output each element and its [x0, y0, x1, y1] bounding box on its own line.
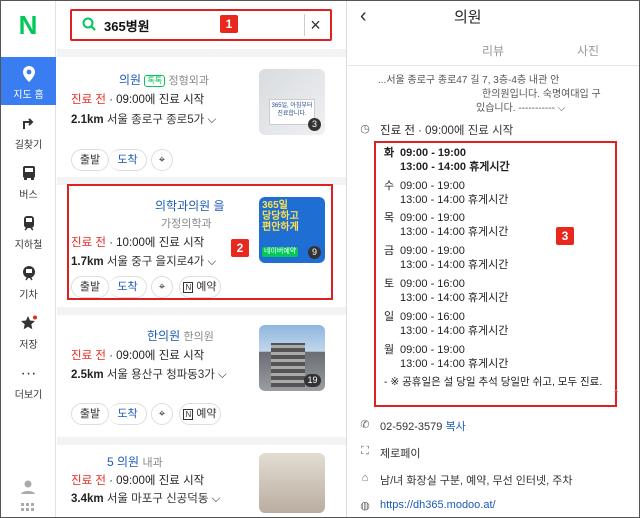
result-status: 진료 전 · 09:00에 진료 시작	[71, 350, 205, 362]
user-icon[interactable]	[19, 479, 37, 497]
result-name[interactable]: 5 의원 내과	[107, 453, 163, 470]
chevron-down-icon: ⌵	[211, 493, 221, 505]
amenities-icon: ⌂	[361, 472, 369, 484]
arrive-button[interactable]: 도착	[109, 149, 147, 171]
hours-break: 13:00 - 14:00 휴게시간	[400, 161, 510, 173]
phone-number: 02-592-3579 복사	[380, 421, 466, 433]
business-hours-box: 화 09:00 - 19:00 13:00 - 14:00 휴게시간 수 09:00…	[374, 141, 617, 407]
rail-item-map-home[interactable]: 지도 홈	[1, 57, 56, 105]
divider	[57, 307, 346, 315]
result-card[interactable]: 의원 톡톡 정형외과 진료 전 · 09:00에 진료 시작 2.1km 서울 …	[57, 57, 346, 177]
naver-logo[interactable]: N	[15, 11, 41, 39]
result-address: 2.5km 서울 용산구 청파동3가 ⌵	[71, 369, 227, 381]
result-card[interactable]: 한의원 한의원 진료 전 · 09:00에 진료 시작 2.5km 서울 용산구…	[57, 315, 346, 437]
divider	[57, 49, 346, 57]
rail-item-more[interactable]: ··· 더보기	[1, 357, 56, 405]
result-address: 3.4km 서울 마포구 신공덕동 ⌵	[71, 493, 221, 505]
marker-3: 3	[556, 227, 574, 245]
rail-item-subway[interactable]: 지하철	[1, 207, 56, 255]
rail-label: 더보기	[14, 390, 43, 401]
copy-link[interactable]: 복사	[445, 421, 465, 433]
star-icon	[19, 315, 39, 333]
rail-item-saved[interactable]: 저장	[1, 307, 56, 355]
detail-status: 진료 전 · 09:00에 진료 시작	[380, 125, 514, 137]
marker-1: 1	[220, 15, 238, 33]
result-name[interactable]: 의원 톡톡 정형외과	[119, 71, 209, 88]
rail-label: 저장	[19, 340, 38, 351]
directions-icon	[19, 115, 39, 133]
chevron-down-icon: ⌵	[218, 369, 227, 381]
website-link[interactable]: https://dh365.modoo.at/	[380, 499, 496, 511]
left-rail: N 지도 홈 길찾기 버스 지하철 기차 저장 ··· 더보기	[1, 1, 56, 517]
rail-label: 길찾기	[14, 140, 43, 151]
holiday-note: - ※ 공휴일은 설 당일 추석 당일만 쉬고, 모두 진료.	[384, 376, 603, 388]
tab-photos[interactable]: 사진	[577, 42, 599, 59]
depart-button[interactable]: 출발	[71, 149, 109, 171]
divider	[57, 437, 346, 445]
map-pin-icon	[19, 65, 39, 83]
arrive-button[interactable]: 도착	[109, 403, 147, 425]
result-thumbnail[interactable]: 19	[259, 325, 325, 391]
result-thumbnail[interactable]: 365일, 아침부터 진료합니다. 3	[259, 69, 325, 135]
rail-label: 기차	[19, 290, 38, 301]
naver-n-icon: N	[183, 409, 194, 420]
payment-methods: 제로페이	[380, 448, 421, 460]
tab-divider	[348, 65, 639, 66]
chevron-down-icon: ⌵	[207, 114, 217, 126]
search-results-panel: × 1 의원 톡톡 정형외과 진료 전 · 09:00에 진료 시작 2.1km…	[57, 1, 347, 517]
rail-label: 지하철	[14, 240, 43, 251]
highlight-box-2	[67, 184, 333, 300]
back-arrow-icon[interactable]: ‹	[360, 5, 367, 28]
subway-icon	[19, 215, 39, 233]
reserve-button[interactable]: N 예약	[179, 403, 221, 425]
result-address: 2.1km 서울 종로구 종로5가 ⌵	[71, 114, 217, 126]
train-icon	[19, 265, 39, 283]
hours-break: 13:00 - 14:00 휴게시간	[400, 358, 509, 370]
result-status: 진료 전 · 09:00에 진료 시작	[71, 475, 205, 487]
chevron-down-icon: ⌵	[557, 103, 566, 114]
hours-break: 13:00 - 14:00 휴게시간	[400, 292, 509, 304]
marker-2: 2	[231, 239, 249, 257]
result-status: 진료 전 · 09:00에 진료 시작	[71, 94, 205, 106]
place-description-line: 한의원입니다. 숙명여대입 구	[482, 89, 601, 100]
hours-break: 13:00 - 14:00 휴게시간	[400, 194, 509, 206]
bus-icon	[19, 165, 39, 183]
result-card[interactable]: 5 의원 내과 진료 전 · 09:00에 진료 시작 3.4km 서울 마포구…	[57, 445, 346, 517]
location-pin-icon[interactable]: ⌖	[151, 403, 173, 425]
chevron-up-icon[interactable]: ⌃	[612, 389, 620, 400]
rail-item-train[interactable]: 기차	[1, 257, 56, 305]
result-name[interactable]: 한의원 한의원	[147, 327, 214, 344]
more-icon: ···	[20, 365, 37, 382]
rail-label: 지도 홈	[13, 90, 44, 101]
search-icon	[82, 17, 96, 35]
location-pin-icon[interactable]: ⌖	[151, 149, 173, 171]
place-description-line: 있습니다. ----------- ⌵	[476, 103, 566, 114]
clock-icon: ◷	[360, 123, 370, 135]
hours-break: 13:00 - 14:00 휴게시간	[400, 325, 509, 337]
place-detail-panel: ‹ 의원 리뷰 사진 ...서울 종로구 종로47 길 7, 3층-4층 내관 …	[348, 1, 639, 517]
place-title: 의원	[454, 9, 482, 26]
payment-icon: ⛶	[361, 445, 369, 457]
close-icon[interactable]: ×	[304, 14, 326, 36]
rail-item-bus[interactable]: 버스	[1, 157, 56, 205]
app-window: N 지도 홈 길찾기 버스 지하철 기차 저장 ··· 더보기 365병원 × …	[0, 0, 640, 518]
place-description-line: ...서울 종로구 종로47 길 7, 3층-4층 내관 안	[378, 75, 560, 86]
search-input[interactable]	[104, 15, 294, 35]
depart-button[interactable]: 출발	[71, 403, 109, 425]
phone-icon: ✆	[360, 419, 370, 431]
hours-break: 13:00 - 14:00 휴게시간	[400, 259, 509, 271]
rail-item-directions[interactable]: 길찾기	[1, 107, 56, 155]
hours-break: 13:00 - 14:00 휴게시간	[400, 226, 509, 238]
chat-icon: 톡톡	[144, 74, 166, 87]
grid-icon[interactable]	[19, 503, 37, 517]
search-box[interactable]: ×	[70, 9, 332, 41]
tab-reviews[interactable]: 리뷰	[482, 42, 504, 59]
globe-icon: ◍	[360, 500, 370, 512]
result-thumbnail[interactable]	[259, 453, 325, 513]
amenities: 남/녀 화장실 구분, 예약, 무선 인터넷, 주차	[380, 475, 573, 487]
rail-label: 버스	[19, 190, 38, 201]
